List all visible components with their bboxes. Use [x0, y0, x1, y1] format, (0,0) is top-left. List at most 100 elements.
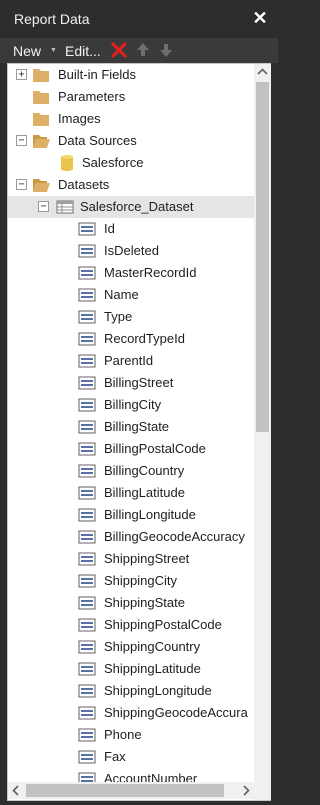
tree-item-label: Phone	[104, 727, 142, 742]
edit-button[interactable]: Edit...	[65, 41, 101, 61]
tree-item-label: Fax	[104, 749, 126, 764]
tree-item-label: Name	[104, 287, 139, 302]
tree-item-field[interactable]: BillingState	[8, 416, 254, 438]
field-icon	[78, 396, 96, 414]
collapse-icon[interactable]: −	[16, 135, 27, 146]
toolbar: New ▼ Edit...	[0, 38, 278, 63]
tree-item-field[interactable]: Name	[8, 284, 254, 306]
folder-icon	[32, 66, 50, 84]
tree-item-field[interactable]: ParentId	[8, 350, 254, 372]
collapse-icon[interactable]: −	[38, 201, 49, 212]
field-icon	[78, 374, 96, 392]
tree-item-field[interactable]: IsDeleted	[8, 240, 254, 262]
tree-item-label: IsDeleted	[104, 243, 159, 258]
tree-item-field[interactable]: Fax	[8, 746, 254, 768]
field-icon	[78, 330, 96, 348]
tree-item-label: ShippingCity	[104, 573, 177, 588]
tree-item-field[interactable]: ShippingCountry	[8, 636, 254, 658]
field-icon	[78, 462, 96, 480]
tree-item-field[interactable]: ShippingLongitude	[8, 680, 254, 702]
tree-item-field[interactable]: BillingGeocodeAccuracy	[8, 526, 254, 548]
tree-item-label: BillingCountry	[104, 463, 185, 478]
open-folder-icon	[32, 176, 50, 194]
scroll-left-icon[interactable]	[8, 782, 25, 799]
tree-item-label: MasterRecordId	[104, 265, 197, 280]
tree-item-label: Salesforce_Dataset	[80, 199, 194, 214]
tree-item-datasets[interactable]: − Datasets	[8, 174, 254, 196]
tree-item-salesforce-dataset[interactable]: − Salesforce_Dataset	[8, 196, 254, 218]
tree-item-field[interactable]: BillingLatitude	[8, 482, 254, 504]
tree-item-field[interactable]: RecordTypeId	[8, 328, 254, 350]
field-icon	[78, 528, 96, 546]
tree-item-images[interactable]: Images	[8, 108, 254, 130]
tree-item-label: Id	[104, 221, 115, 236]
tree-item-label: BillingLatitude	[104, 485, 185, 500]
tree-item-field[interactable]: MasterRecordId	[8, 262, 254, 284]
tree-item-label: RecordTypeId	[104, 331, 185, 346]
field-icon	[78, 220, 96, 238]
folder-icon	[32, 88, 50, 106]
tree-item-label: BillingCity	[104, 397, 162, 412]
tree-item-field[interactable]: BillingCountry	[8, 460, 254, 482]
tree-item-parameters[interactable]: Parameters	[8, 86, 254, 108]
field-icon	[78, 550, 96, 568]
move-down-icon[interactable]	[159, 42, 173, 58]
field-icon	[78, 616, 96, 634]
tree-item-label: BillingState	[104, 419, 170, 434]
field-icon	[78, 418, 96, 436]
dataset-table-icon	[56, 198, 74, 216]
new-dropdown-icon[interactable]: ▼	[50, 41, 57, 61]
expand-icon[interactable]: +	[16, 69, 27, 80]
new-button[interactable]: New	[13, 41, 41, 61]
folder-icon	[32, 110, 50, 128]
scrollbar-corner	[254, 782, 271, 799]
tree-item-field[interactable]: Phone	[8, 724, 254, 746]
field-icon	[78, 748, 96, 766]
tree-item-label: Data Sources	[58, 133, 137, 148]
tree-item-label: Images	[58, 111, 101, 126]
tree-item-field[interactable]: Id	[8, 218, 254, 240]
field-icon	[78, 638, 96, 656]
field-icon	[78, 308, 96, 326]
tree-item-field[interactable]: BillingLongitude	[8, 504, 254, 526]
scroll-right-icon[interactable]	[237, 782, 254, 799]
tree-item-builtin-fields[interactable]: + Built-in Fields	[8, 64, 254, 86]
vertical-scrollbar[interactable]	[254, 64, 271, 800]
field-icon	[78, 594, 96, 612]
tree-item-label: ShippingGeocodeAccura	[104, 705, 248, 720]
scroll-up-icon[interactable]	[254, 64, 271, 81]
tree-item-field[interactable]: BillingStreet	[8, 372, 254, 394]
field-icon	[78, 352, 96, 370]
tree-item-label: ShippingStreet	[104, 551, 190, 566]
tree-item-field[interactable]: ShippingState	[8, 592, 254, 614]
field-icon	[78, 506, 96, 524]
tree-item-label: BillingPostalCode	[104, 441, 206, 456]
horizontal-scrollbar[interactable]	[8, 782, 254, 799]
vertical-scroll-thumb[interactable]	[256, 82, 269, 432]
field-icon	[78, 286, 96, 304]
horizontal-scroll-thumb[interactable]	[26, 784, 224, 797]
collapse-icon[interactable]: −	[16, 179, 27, 190]
tree-item-label: ShippingLatitude	[104, 661, 201, 676]
delete-icon[interactable]	[110, 40, 128, 60]
open-folder-icon	[32, 132, 50, 150]
tree-item-salesforce[interactable]: Salesforce	[8, 152, 254, 174]
tree-item-data-sources[interactable]: − Data Sources	[8, 130, 254, 152]
panel-titlebar: Report Data ✕	[0, 0, 278, 38]
tree-item-field[interactable]: ShippingGeocodeAccura	[8, 702, 254, 724]
tree-item-field[interactable]: ShippingLatitude	[8, 658, 254, 680]
tree-item-label: BillingStreet	[104, 375, 174, 390]
close-icon[interactable]: ✕	[250, 6, 270, 30]
tree-item-field[interactable]: ShippingStreet	[8, 548, 254, 570]
field-icon	[78, 264, 96, 282]
move-up-icon[interactable]	[136, 42, 150, 58]
tree-item-label: Datasets	[58, 177, 110, 192]
field-icon	[78, 440, 96, 458]
tree-item-field[interactable]: ShippingPostalCode	[8, 614, 254, 636]
tree-item-field[interactable]: Type	[8, 306, 254, 328]
database-icon	[58, 154, 76, 172]
tree-item-field[interactable]: BillingCity	[8, 394, 254, 416]
tree-item-field[interactable]: ShippingCity	[8, 570, 254, 592]
tree-item-field[interactable]: BillingPostalCode	[8, 438, 254, 460]
tree-item-label: ShippingLongitude	[104, 683, 212, 698]
